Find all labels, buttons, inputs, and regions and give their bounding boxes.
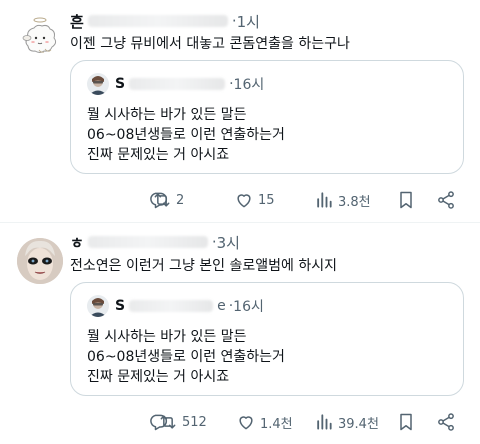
post-time[interactable]: 1시 xyxy=(237,11,260,32)
bookmark-icon xyxy=(400,191,412,209)
views-icon xyxy=(317,192,332,208)
quoted-line: 06~08년생들로 이런 연출하는거 xyxy=(87,349,285,365)
quoted-header: S · 16시 xyxy=(115,74,264,94)
author-name[interactable]: ㅎ xyxy=(70,232,84,253)
quoted-avatar xyxy=(87,295,109,317)
repost-button[interactable]: 512 xyxy=(158,410,207,434)
quoted-post[interactable]: S · 16시 뭘 시사하는 바가 있든 말든 06~08년생들로 이런 연출하… xyxy=(70,60,464,174)
like-count: 1.4천 xyxy=(260,416,293,432)
redacted-quoted-handle xyxy=(129,78,226,90)
person-avatar-icon xyxy=(87,73,109,95)
post-time[interactable]: 3시 xyxy=(217,232,240,253)
share-icon xyxy=(438,191,454,209)
quoted-author-name: S xyxy=(115,76,126,92)
avatar[interactable] xyxy=(17,14,63,60)
repost-count: 2 xyxy=(176,192,185,208)
like-icon xyxy=(237,194,251,208)
views-count: 39.4천 xyxy=(338,416,379,432)
quoted-line: 06~08년생들로 이런 연출하는거 xyxy=(87,127,285,143)
like-button[interactable]: 15 xyxy=(234,188,275,212)
quoted-header: S e · 16시 xyxy=(115,296,264,316)
quoted-time: 16시 xyxy=(233,299,264,315)
views-button[interactable]: 39.4천 xyxy=(314,410,379,434)
quoted-text: 뭘 시사하는 바가 있든 말든 06~08년생들로 이런 연출하는거 진짜 문제… xyxy=(87,105,285,165)
share-button[interactable] xyxy=(436,188,456,212)
post-header: ㅎ · 3시 xyxy=(70,232,240,252)
quoted-handle: e xyxy=(217,298,226,314)
like-count: 15 xyxy=(258,192,275,208)
like-button[interactable]: 1.4천 xyxy=(236,410,293,434)
quoted-line: 진짜 문제있는 거 아시죠 xyxy=(87,369,230,385)
face-avatar-icon xyxy=(17,238,63,284)
repost-icon xyxy=(154,193,170,207)
post-actions: 512 1.4천 39.4천 xyxy=(148,410,468,434)
author-name[interactable]: 흔 xyxy=(70,11,84,32)
bookmark-button[interactable] xyxy=(396,410,416,434)
post-text: 이젠 그냥 뮤비에서 대놓고 콘돔연출을 하는구나 xyxy=(70,36,350,52)
views-count: 3.8천 xyxy=(338,194,371,210)
post-text: 전소연은 이런거 그냥 본인 솔로앨범에 하시지 xyxy=(70,258,337,274)
share-button[interactable] xyxy=(436,410,456,434)
views-icon xyxy=(317,414,332,430)
repost-button[interactable]: 2 xyxy=(152,188,184,212)
quoted-avatar xyxy=(87,73,109,95)
repost-icon xyxy=(160,415,176,429)
like-icon xyxy=(239,416,253,430)
post-1[interactable]: 흔 · 1시 이젠 그냥 뮤비에서 대놓고 콘돔연출을 하는구나 S · 16시… xyxy=(0,0,480,222)
bookmark-icon xyxy=(400,413,412,431)
share-icon xyxy=(438,413,454,431)
quoted-line: 뭘 시사하는 바가 있든 말든 xyxy=(87,107,247,123)
post-2[interactable]: ㅎ · 3시 전소연은 이런거 그냥 본인 솔로앨범에 하시지 S e · 16… xyxy=(0,222,480,444)
bookmark-button[interactable] xyxy=(396,188,416,212)
sheep-avatar-icon xyxy=(22,17,57,53)
post-header: 흔 · 1시 xyxy=(70,11,260,31)
avatar[interactable] xyxy=(17,238,63,284)
quoted-text: 뭘 시사하는 바가 있든 말든 06~08년생들로 이런 연출하는거 진짜 문제… xyxy=(87,327,285,387)
person-avatar-icon xyxy=(87,295,109,317)
quoted-line: 뭘 시사하는 바가 있든 말든 xyxy=(87,329,247,345)
quoted-line: 진짜 문제있는 거 아시죠 xyxy=(87,147,230,163)
redacted-handle xyxy=(87,15,228,27)
quoted-time: 16시 xyxy=(233,77,265,93)
redacted-quoted-handle xyxy=(129,300,214,312)
post-actions: 2 15 3.8천 xyxy=(148,188,468,212)
quoted-post[interactable]: S e · 16시 뭘 시사하는 바가 있든 말든 06~08년생들로 이런 연… xyxy=(70,282,464,396)
repost-count: 512 xyxy=(182,414,207,430)
quoted-author-name: S xyxy=(115,298,126,314)
redacted-handle xyxy=(87,236,208,248)
views-button[interactable]: 3.8천 xyxy=(314,188,371,212)
